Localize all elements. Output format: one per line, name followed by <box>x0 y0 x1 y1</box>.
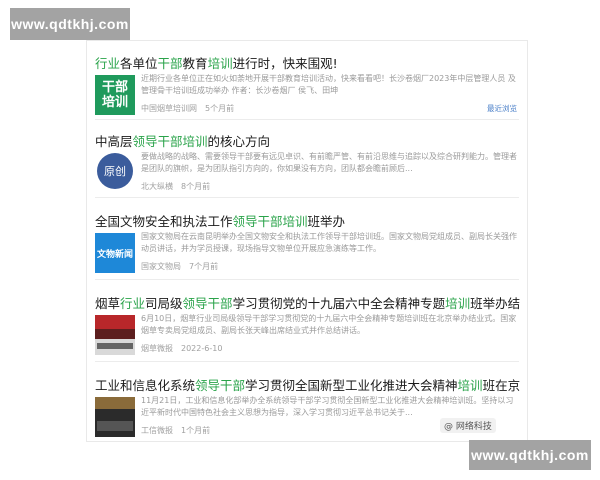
article-time: 1个月前 <box>181 426 211 435</box>
watermark-bottom: www.qdtkhj.com <box>469 440 591 470</box>
article-summary: 国家文物局在云南昆明举办全国文物安全和执法工作领导干部培训班。国家文物局党组成员… <box>141 232 517 253</box>
article-meta: 工信微报 1个月前 <box>141 425 210 436</box>
original-badge-icon: 原创 <box>97 153 133 189</box>
article-meta: 烟草微报 2022-6-10 <box>141 343 222 354</box>
divider <box>95 361 519 362</box>
divider <box>95 279 519 280</box>
article-time: 7个月前 <box>189 262 219 271</box>
article-title[interactable]: 烟草行业司局级领导干部学习贯彻党的十九届六中全会精神专题培训班举办结业式 <box>95 293 520 312</box>
thumbnail-label: 干部 培训 <box>101 80 128 110</box>
photo-banner <box>95 315 135 329</box>
article-summary: 要做战略的战略、需要领导干部要有远见卓识、有前瞻严管、有前沿思维与追踪以及综合研… <box>141 152 517 173</box>
article-title[interactable]: 中高层领导干部培训的核心方向 <box>95 131 520 150</box>
article-thumbnail[interactable] <box>95 315 135 355</box>
search-results-list: 行业各单位干部教育培训进行时，快来围观! 干部 培训 近期行业各单位正在如火如荼… <box>86 40 528 442</box>
article-title[interactable]: 行业各单位干部教育培训进行时，快来围观! <box>95 53 520 72</box>
article-source: 北大纵横 <box>141 182 173 191</box>
article-summary: 11月21日，工业和信息化部举办全系统领导干部学习贯彻全国新型工业化推进大会精神… <box>141 396 514 417</box>
article-summary: 近期行业各单位正在如火如荼地开展干部教育培训活动，快来看看吧！长沙卷烟厂2023… <box>141 74 516 95</box>
photo-audience <box>97 421 133 431</box>
article-meta: 北大纵横 8个月前 <box>141 181 210 192</box>
article-source: 工信微报 <box>141 426 173 435</box>
thumbnail-label: 文物新闻 <box>96 249 133 260</box>
divider <box>95 119 519 120</box>
article-time: 8个月前 <box>181 182 211 191</box>
source-tag: @ 网络科技 <box>440 418 496 433</box>
watermark-top: www.qdtkhj.com <box>10 8 130 40</box>
article-time: 2022-6-10 <box>181 344 223 353</box>
article-time: 5个月前 <box>205 104 235 113</box>
article-thumbnail[interactable]: 干部 培训 <box>95 75 135 115</box>
article-thumbnail[interactable]: 原创 <box>95 151 135 191</box>
article-source: 国家文物局 <box>141 262 181 271</box>
article-source: 中国烟草培训网 <box>141 104 197 113</box>
article-title[interactable]: 工业和信息化系统领导干部学习贯彻全国新型工业化推进大会精神培训班在京举办 <box>95 375 520 394</box>
article-source: 烟草微报 <box>141 344 173 353</box>
photo-audience <box>97 343 133 349</box>
article-thumbnail[interactable]: 文物新闻 <box>95 233 135 273</box>
article-thumbnail[interactable] <box>95 397 135 437</box>
article-summary: 6月10日，烟草行业司局级领导干部学习贯彻党的十九届六中全会精神专题培训班在北京… <box>141 314 517 335</box>
article-meta: 中国烟草培训网 5个月前 <box>141 103 234 114</box>
recent-viewed-label: 最近浏览 <box>487 104 517 113</box>
article-title[interactable]: 全国文物安全和执法工作领导干部培训班举办 <box>95 211 520 230</box>
divider <box>95 197 519 198</box>
photo-banner <box>95 397 135 409</box>
article-meta: 国家文物局 7个月前 <box>141 261 218 272</box>
